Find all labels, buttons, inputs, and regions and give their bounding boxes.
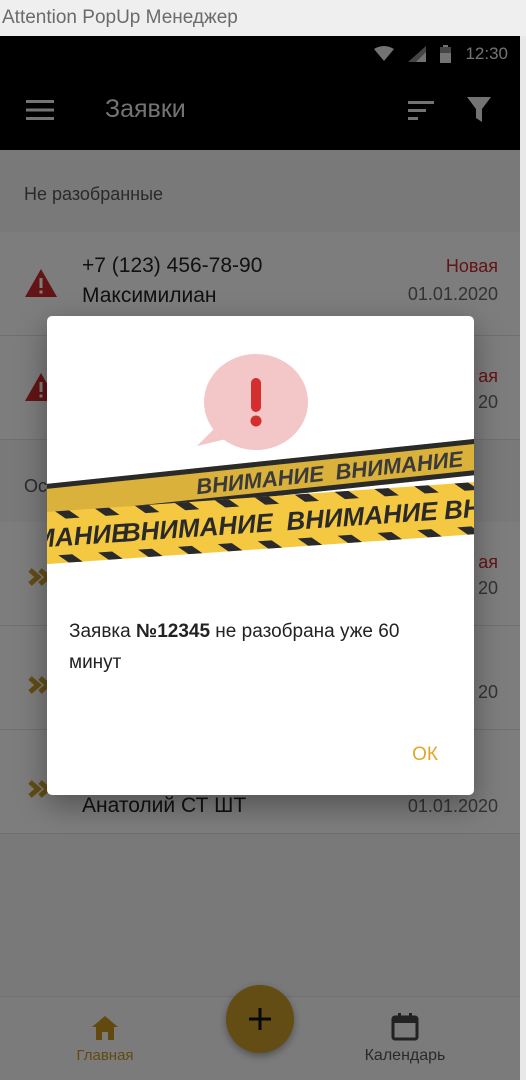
alert-bubble-icon xyxy=(197,354,308,450)
dialog-message-prefix: Заявка xyxy=(69,621,137,642)
request-number: №12345 xyxy=(136,621,211,642)
attention-dialog: ВНИМАНИЕ ВНИМАНИЕ ВНИМАНИЕ ВНИМАНИЕ ВНИМ… xyxy=(47,316,474,795)
dialog-message: Заявка №12345 не разобрана уже 60 минут xyxy=(69,616,454,678)
attention-illustration: ВНИМАНИЕ ВНИМАНИЕ ВНИМАНИЕ ВНИМАНИЕ ВНИМ… xyxy=(47,354,474,567)
window-title: Attention PopUp Менеджер xyxy=(0,0,526,36)
ok-button[interactable]: ОК xyxy=(412,744,438,766)
